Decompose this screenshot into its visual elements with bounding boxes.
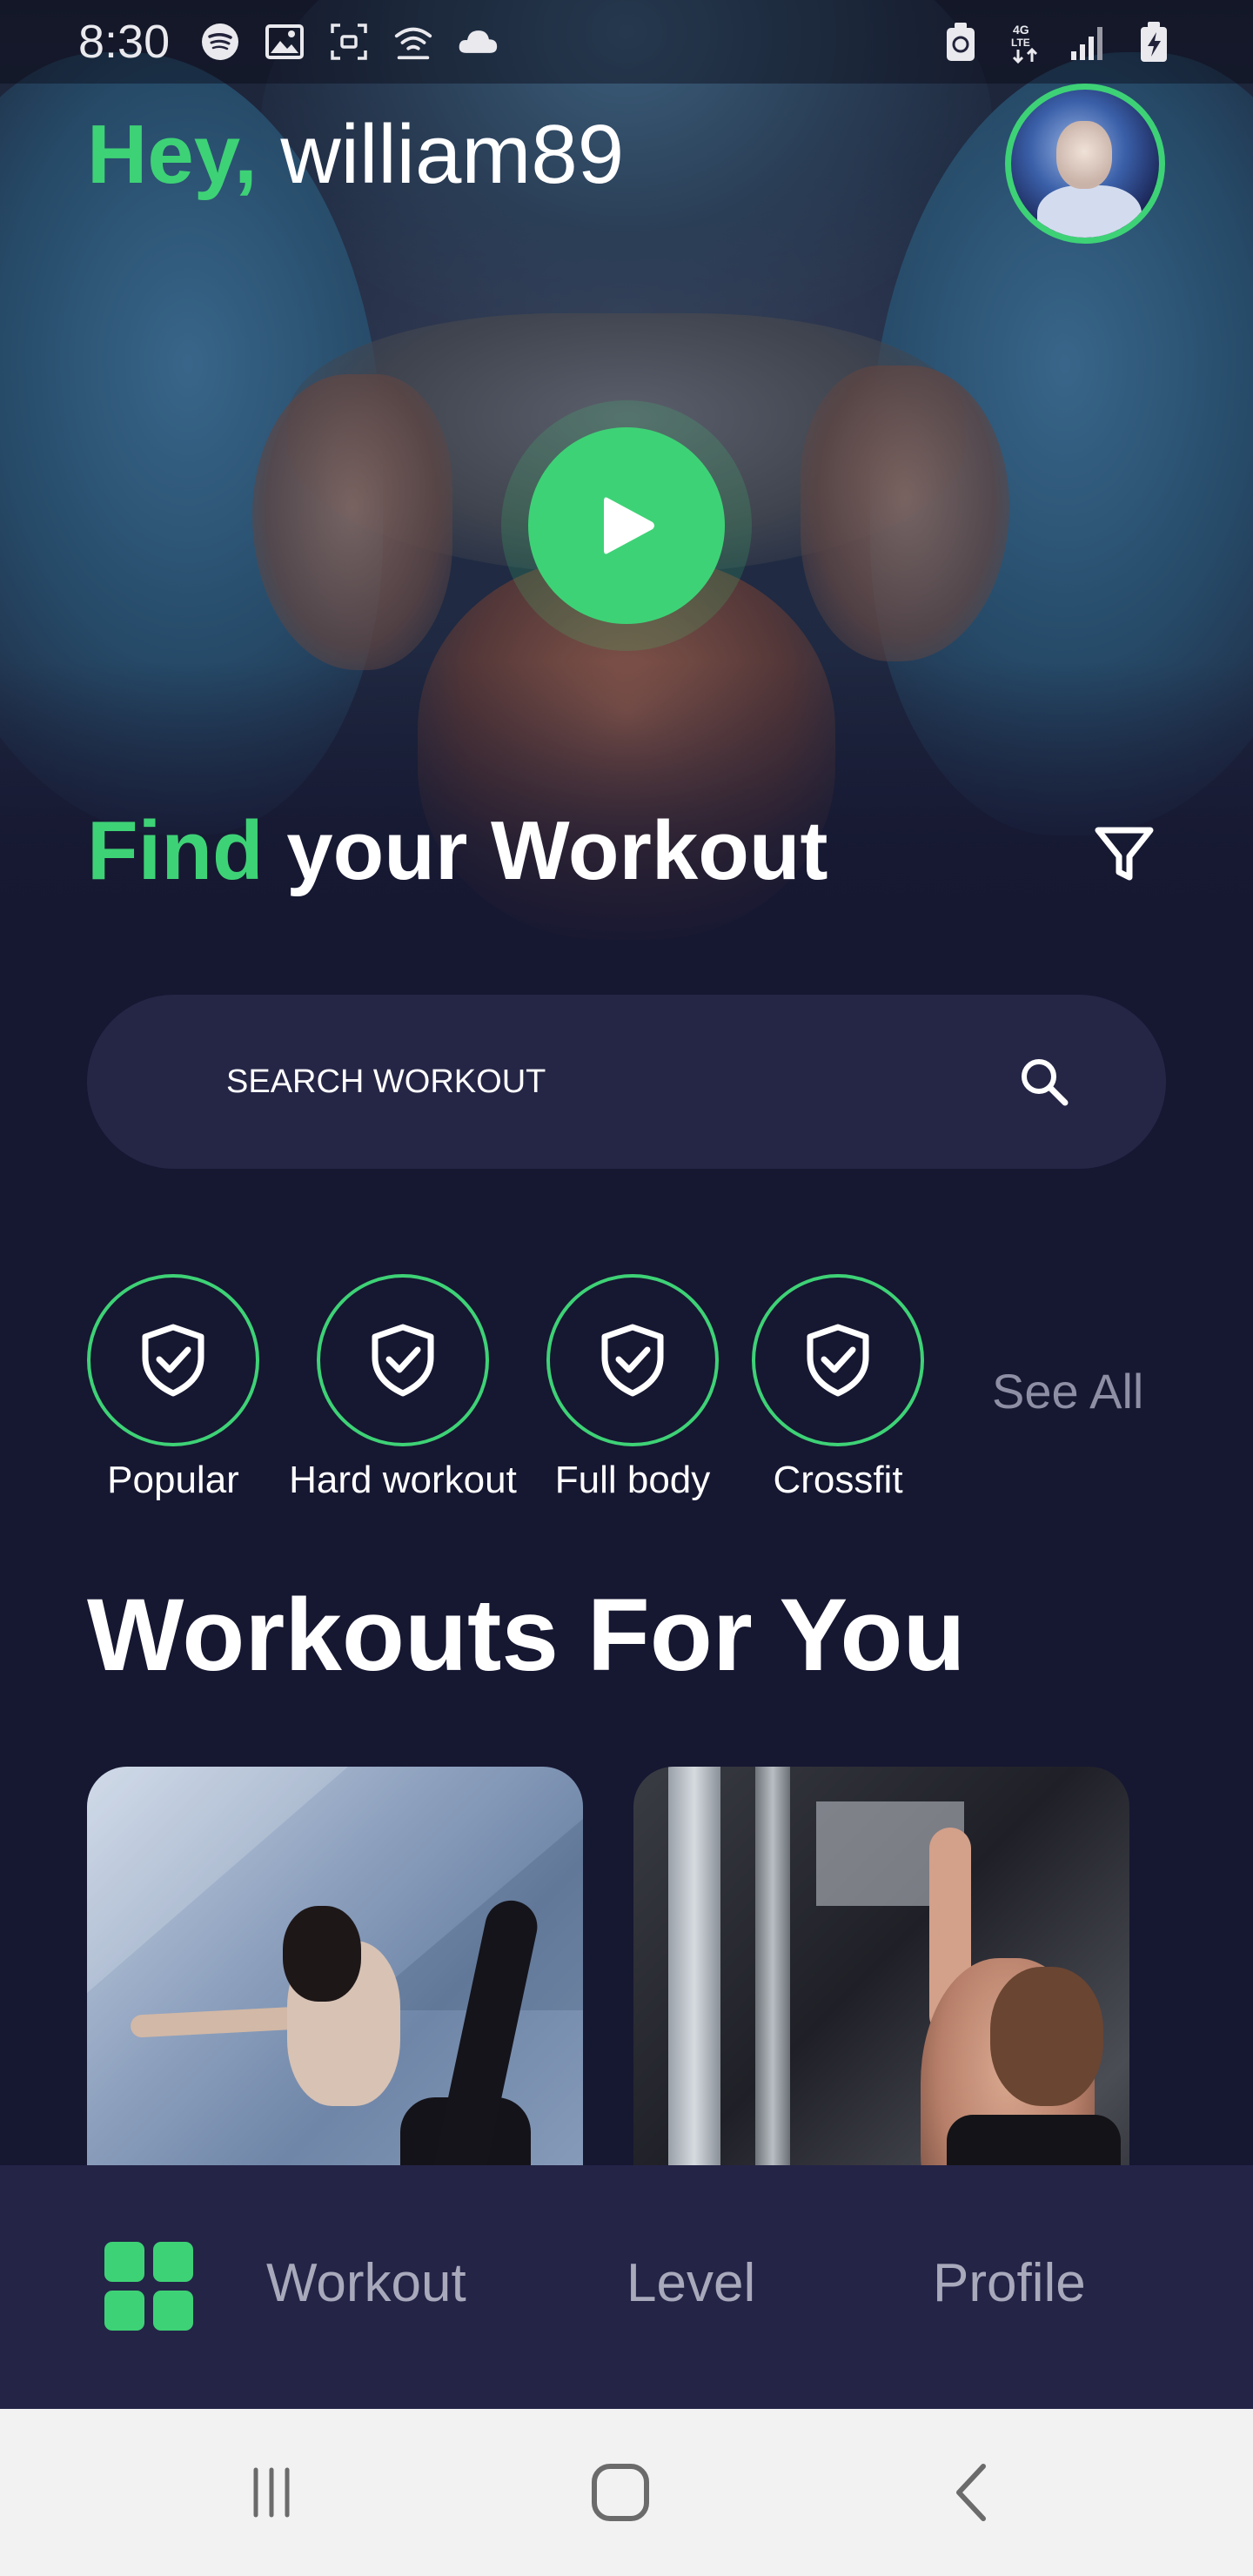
cloud-icon bbox=[457, 21, 499, 63]
shield-check-icon bbox=[372, 1324, 434, 1397]
category-circle bbox=[87, 1274, 259, 1446]
see-all-link[interactable]: See All bbox=[992, 1363, 1143, 1419]
grid-icon[interactable] bbox=[104, 2242, 193, 2331]
home-icon[interactable] bbox=[586, 2458, 655, 2527]
category-label: Crossfit bbox=[773, 1459, 903, 1501]
spotify-icon bbox=[199, 21, 241, 63]
find-title-accent: Find bbox=[87, 804, 264, 897]
nav-workout[interactable]: Workout bbox=[266, 2252, 466, 2314]
play-button[interactable] bbox=[528, 427, 725, 624]
play-icon bbox=[604, 497, 654, 554]
user-avatar[interactable] bbox=[1005, 84, 1165, 244]
category-label: Popular bbox=[107, 1459, 239, 1501]
category-popular[interactable]: Popular bbox=[43, 1274, 304, 1502]
status-bar-right: 4G LTE bbox=[940, 21, 1175, 64]
shield-check-icon bbox=[142, 1324, 204, 1397]
filter-icon bbox=[1095, 827, 1154, 881]
category-circle bbox=[546, 1274, 719, 1446]
filter-button[interactable] bbox=[1088, 818, 1161, 891]
search-input[interactable] bbox=[226, 1063, 922, 1101]
find-workout-title: Find your Workout bbox=[87, 809, 828, 893]
wifi-call-icon bbox=[392, 21, 434, 63]
recent-apps-icon[interactable] bbox=[237, 2458, 306, 2527]
status-bar: 8:30 4G LTE bbox=[0, 0, 1253, 84]
shield-check-icon bbox=[807, 1324, 869, 1397]
signal-icon bbox=[1069, 21, 1110, 63]
battery-charging-icon bbox=[1133, 21, 1175, 63]
4g-lte-icon: 4G LTE bbox=[1004, 21, 1046, 64]
nav-level[interactable]: Level bbox=[626, 2252, 755, 2314]
status-time: 8:30 bbox=[78, 16, 171, 68]
find-title-rest: your Workout bbox=[286, 804, 828, 897]
category-label: Full body bbox=[554, 1459, 711, 1501]
category-circle bbox=[752, 1274, 924, 1446]
category-circle bbox=[317, 1274, 489, 1446]
back-icon[interactable] bbox=[936, 2458, 1006, 2527]
shield-check-icon bbox=[601, 1324, 664, 1397]
bottom-navigation: Workout Level Profile bbox=[0, 2165, 1253, 2409]
username: william89 bbox=[280, 108, 625, 201]
nav-profile[interactable]: Profile bbox=[933, 2252, 1086, 2314]
search-icon[interactable] bbox=[1009, 1047, 1079, 1117]
workout-home-screen: 8:30 4G LTE Hey, william89 Find your Wor… bbox=[0, 0, 1253, 2576]
system-navigation-bar bbox=[0, 2409, 1253, 2576]
battery-saver-icon bbox=[940, 21, 982, 63]
image-icon bbox=[264, 21, 305, 63]
svg-text:LTE: LTE bbox=[1011, 37, 1030, 49]
status-bar-left: 8:30 bbox=[78, 15, 499, 69]
greeting-accent: Hey, bbox=[87, 108, 258, 201]
category-label: Hard workout bbox=[289, 1459, 517, 1501]
search-bar[interactable] bbox=[87, 995, 1166, 1169]
workouts-for-you-title: Workouts For You bbox=[87, 1578, 966, 1693]
screenshot-icon bbox=[328, 21, 370, 63]
play-button-ring bbox=[501, 400, 752, 651]
category-hard-workout[interactable]: Hard workout bbox=[272, 1274, 533, 1502]
greeting: Hey, william89 bbox=[87, 113, 624, 197]
category-crossfit[interactable]: Crossfit bbox=[707, 1274, 968, 1502]
svg-text:4G: 4G bbox=[1013, 23, 1029, 37]
